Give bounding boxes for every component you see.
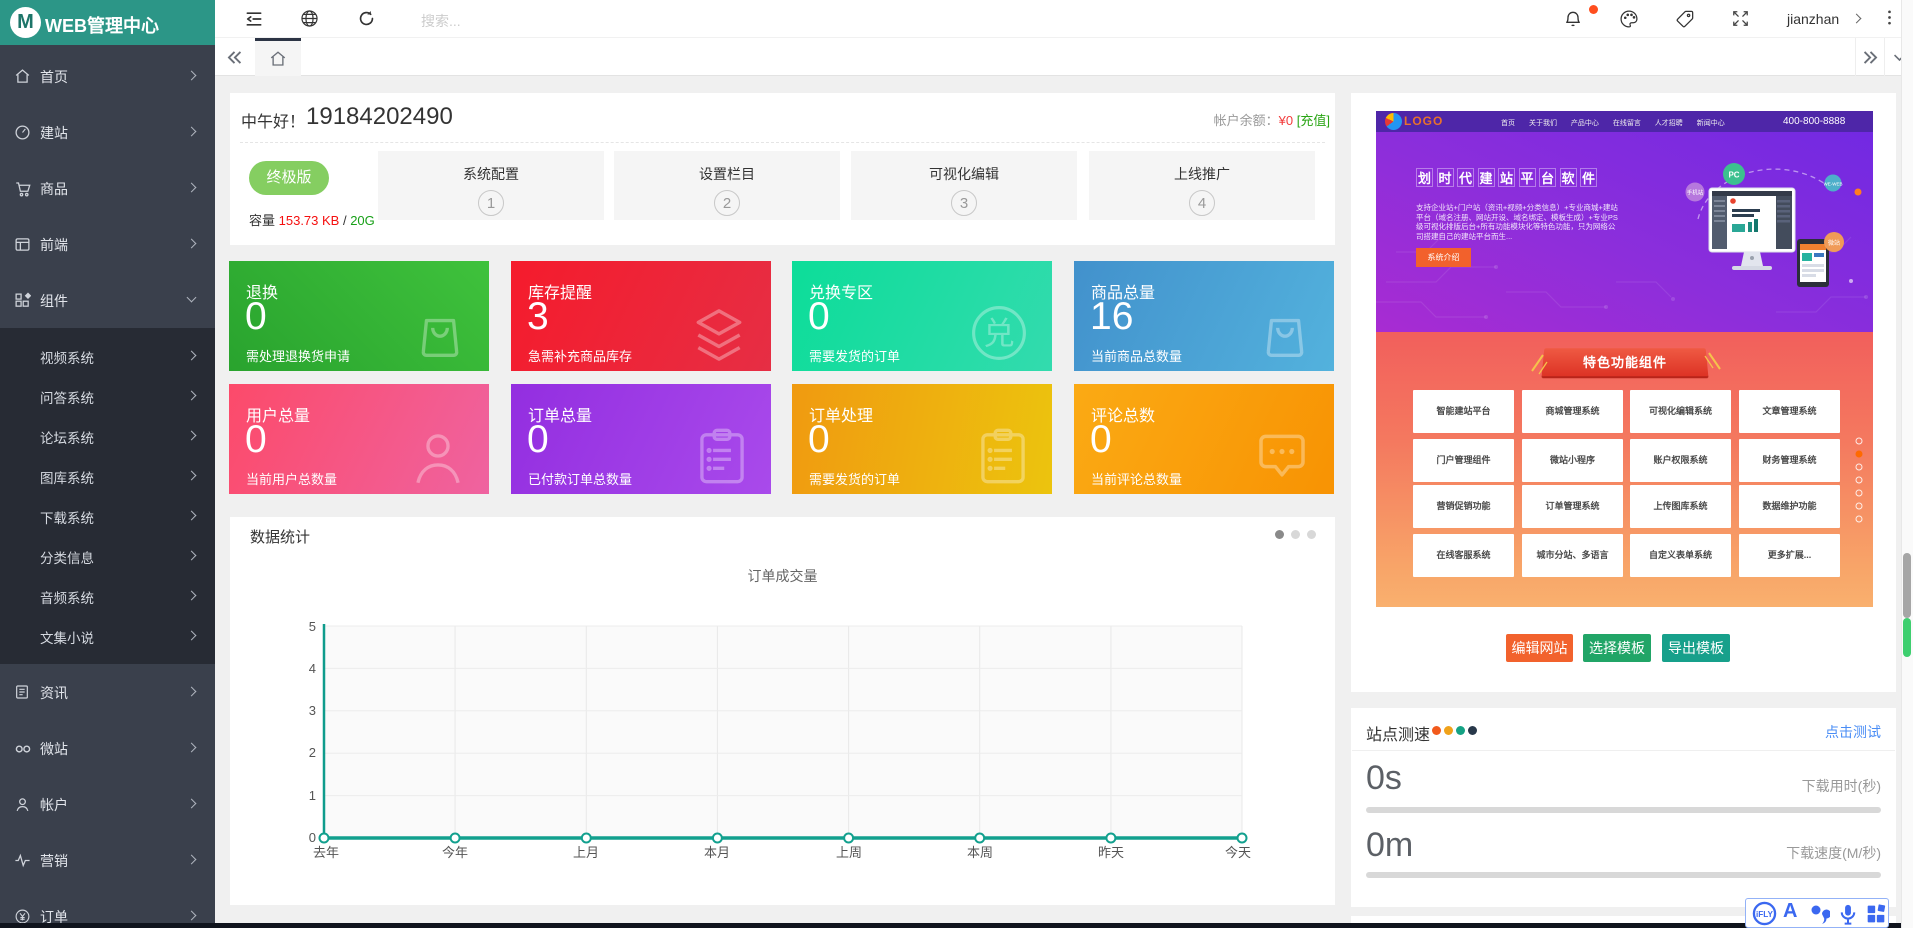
svg-text:手机站: 手机站: [1687, 189, 1704, 197]
svg-text:微站: 微站: [1828, 239, 1840, 247]
svg-text:PC: PC: [1728, 171, 1739, 180]
svg-text:2: 2: [309, 745, 316, 760]
svg-text:本月: 本月: [704, 845, 730, 860]
svg-text:去年: 去年: [313, 845, 339, 860]
svg-text:4: 4: [309, 661, 316, 676]
svg-text:1: 1: [309, 788, 316, 803]
svg-text:3: 3: [309, 703, 316, 718]
svg-text:今天: 今天: [1225, 845, 1251, 860]
svg-text:5: 5: [309, 619, 316, 634]
svg-text:WE-WEB: WE-WEB: [1824, 182, 1843, 187]
svg-text:本周: 本周: [967, 845, 993, 860]
svg-text:0: 0: [309, 830, 316, 845]
svg-text:兑: 兑: [983, 316, 1014, 351]
svg-text:今年: 今年: [442, 845, 468, 860]
svg-text:上周: 上周: [836, 845, 862, 860]
svg-text:iFLY: iFLY: [1756, 910, 1773, 919]
svg-text:上月: 上月: [573, 845, 599, 860]
svg-text:昨天: 昨天: [1098, 845, 1124, 860]
